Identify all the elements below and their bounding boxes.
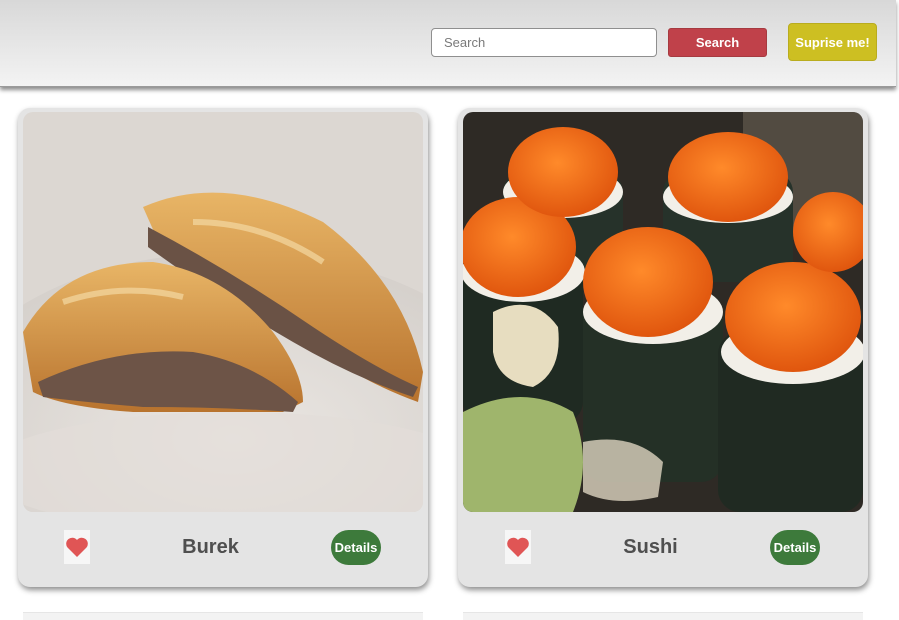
- recipe-title: Burek: [182, 536, 239, 558]
- search-button[interactable]: Search: [668, 28, 767, 57]
- favorite-button[interactable]: [505, 530, 531, 564]
- surprise-me-button[interactable]: Suprise me!: [788, 23, 877, 61]
- sushi-photo: [463, 112, 863, 512]
- burek-image: [23, 112, 423, 512]
- recipe-card: Burek Details: [18, 108, 428, 587]
- details-button[interactable]: Details: [770, 530, 820, 565]
- next-card-edge: [463, 612, 863, 620]
- heart-icon: [507, 537, 529, 557]
- favorite-button[interactable]: [64, 530, 90, 564]
- sushi-image: [463, 112, 863, 512]
- recipe-title: Sushi: [623, 536, 678, 558]
- recipe-card: Sushi Details: [458, 108, 868, 587]
- details-button[interactable]: Details: [331, 530, 381, 565]
- next-card-edge: [23, 612, 423, 620]
- heart-icon: [66, 537, 88, 557]
- top-bar: Search Suprise me!: [0, 0, 896, 87]
- burek-photo: [23, 112, 423, 512]
- search-input[interactable]: [431, 28, 657, 57]
